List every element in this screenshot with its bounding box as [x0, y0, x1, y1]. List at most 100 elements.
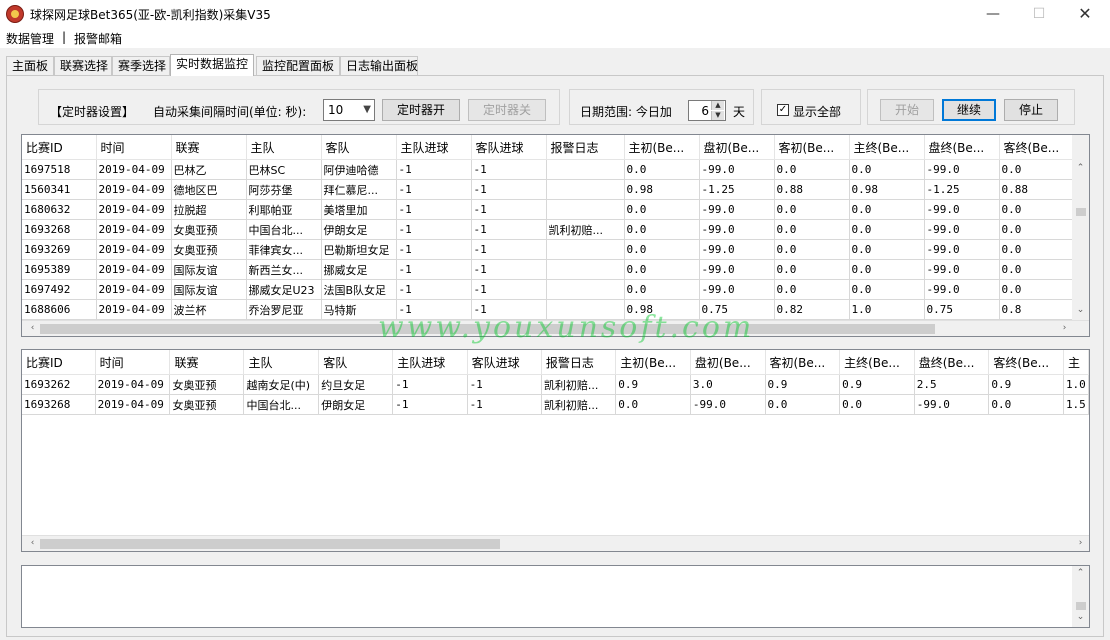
continue-button[interactable]: 继续 [942, 99, 996, 121]
spinner-up-icon[interactable]: ▲ [711, 101, 724, 110]
table-cell: 阿莎芬堡 [246, 179, 322, 200]
table-row[interactable]: 1695389 2019-04-09 国际友谊 新西兰女... 挪威女足 -1 -1 0.0-… [22, 259, 1075, 280]
column-header[interactable]: 客队进球 [471, 135, 547, 160]
table-cell: -1 [471, 239, 547, 260]
tab-realtime-monitor[interactable]: 实时数据监控 [170, 54, 254, 76]
table-row[interactable]: 1693268 2019-04-09 女奥亚预 中国台北... 伊朗女足 -1 -1 凯利初赔… [22, 219, 1075, 240]
scroll-left-icon[interactable]: ‹ [24, 323, 41, 333]
column-header[interactable]: 客终(Be... [988, 350, 1064, 375]
table-cell [546, 279, 625, 300]
table-cell: -99.0 [690, 394, 766, 415]
column-header[interactable]: 主 [1063, 350, 1089, 375]
table-row[interactable]: 1693268 2019-04-09 女奥亚预 中国台北... 伊朗女足 -1 -1 凯利初赔… [22, 394, 1089, 415]
column-header[interactable]: 客终(Be... [999, 135, 1075, 160]
scroll-down-icon[interactable]: ⌄ [1072, 612, 1089, 622]
table-cell: -1.25 [924, 179, 1000, 200]
column-header[interactable]: 盘终(Be... [914, 350, 990, 375]
column-header[interactable]: 主初(Be... [624, 135, 700, 160]
match-grid[interactable]: 比赛ID 时间 联赛 主队 客队 主队进球 客队进球 报警日志 主初(Be...… [21, 134, 1090, 337]
table-cell: -99.0 [924, 219, 1000, 240]
interval-select[interactable]: 10 ▼ [323, 99, 375, 121]
table-cell: -1 [471, 279, 547, 300]
stop-button[interactable]: 停止 [1004, 99, 1058, 121]
column-header[interactable]: 客初(Be... [765, 350, 841, 375]
grid1-vscroll-thumb[interactable] [1076, 208, 1086, 216]
column-header[interactable]: 比赛ID [22, 350, 96, 375]
column-header[interactable]: 主队 [243, 350, 320, 375]
column-header[interactable]: 联赛 [169, 350, 245, 375]
maximize-button[interactable]: ☐ [1016, 0, 1062, 28]
table-cell: 1693268 [22, 394, 96, 415]
table-cell: -1 [471, 219, 547, 240]
tab-log-output[interactable]: 日志输出面板 [340, 56, 418, 75]
column-header[interactable]: 主队 [246, 135, 322, 160]
scroll-down-icon[interactable]: ⌄ [1072, 305, 1089, 315]
log-vertical-scrollbar[interactable]: ⌃ ⌄ [1072, 566, 1089, 627]
log-output-area[interactable]: ⌃ ⌄ [21, 565, 1090, 628]
table-cell [546, 199, 625, 220]
tab-season-select[interactable]: 赛季选择 [112, 56, 170, 75]
column-header[interactable]: 客队 [321, 135, 397, 160]
table-row[interactable]: 1560341 2019-04-09 德地区巴 阿莎芬堡 拜仁慕尼... -1 -1 0.98… [22, 179, 1075, 200]
timer-off-button[interactable]: 定时器关 [468, 99, 546, 121]
table-cell: 女奥亚预 [169, 374, 245, 395]
table-cell: 0.0 [839, 394, 915, 415]
table-cell: 0.9 [615, 374, 691, 395]
menu-separator: | [62, 30, 67, 44]
table-row[interactable]: 1693262 2019-04-09 女奥亚预 越南女足(中) 约旦女足 -1 -1 凯利初赔… [22, 374, 1089, 395]
column-header[interactable]: 主终(Be... [849, 135, 925, 160]
grid2-hscroll-thumb[interactable] [40, 539, 500, 549]
tab-monitor-config[interactable]: 监控配置面板 [256, 56, 340, 75]
column-header[interactable]: 客初(Be... [774, 135, 850, 160]
table-cell: -1 [392, 394, 468, 415]
tab-main-panel[interactable]: 主面板 [6, 56, 54, 75]
scroll-up-icon[interactable]: ⌃ [1072, 163, 1089, 173]
scroll-left-icon[interactable]: ‹ [24, 538, 41, 548]
table-cell: 1680632 [22, 199, 97, 220]
table-cell: 0.0 [849, 279, 925, 300]
grid2-horizontal-scrollbar[interactable]: ‹ › [22, 535, 1089, 551]
column-header[interactable]: 客队进球 [467, 350, 542, 375]
column-header[interactable]: 盘初(Be... [699, 135, 775, 160]
column-header[interactable]: 比赛ID [22, 135, 97, 160]
alarm-grid[interactable]: 比赛ID 时间 联赛 主队 客队 主队进球 客队进球 报警日志 主初(Be...… [21, 349, 1090, 552]
table-cell: 德地区巴 [171, 179, 247, 200]
minimize-button[interactable]: — [970, 0, 1016, 28]
table-row[interactable]: 1693269 2019-04-09 女奥亚预 菲律宾女... 巴勒斯坦女足 -1 -1 0.… [22, 239, 1075, 260]
close-button[interactable]: ✕ [1062, 0, 1108, 28]
column-header[interactable]: 主队进球 [392, 350, 468, 375]
menu-alarm-email[interactable]: 报警邮箱 [74, 30, 122, 47]
column-header[interactable]: 时间 [96, 135, 172, 160]
table-cell: 0.75 [924, 299, 1000, 320]
start-button[interactable]: 开始 [880, 99, 934, 121]
table-row[interactable]: 1697518 2019-04-09 巴林乙 巴林SC 阿伊迪哈德 -1 -1 0.0 -99.… [22, 159, 1075, 180]
timer-on-button[interactable]: 定时器开 [382, 99, 460, 121]
column-header[interactable]: 盘初(Be... [690, 350, 766, 375]
spinner-down-icon[interactable]: ▼ [711, 111, 724, 120]
grid1-header-row: 比赛ID 时间 联赛 主队 客队 主队进球 客队进球 报警日志 主初(Be...… [22, 135, 1075, 160]
table-cell: 1693268 [22, 219, 97, 240]
column-header[interactable]: 主初(Be... [615, 350, 691, 375]
column-header[interactable]: 客队 [318, 350, 394, 375]
date-spinner[interactable]: 6 ▲ ▼ [688, 100, 726, 121]
tab-league-select[interactable]: 联赛选择 [54, 56, 112, 75]
column-header[interactable]: 联赛 [171, 135, 247, 160]
column-header[interactable]: 报警日志 [546, 135, 625, 160]
table-cell: 2019-04-09 [96, 279, 172, 300]
column-header[interactable]: 报警日志 [541, 350, 617, 375]
table-cell: 1695389 [22, 259, 97, 280]
column-header[interactable]: 主队进球 [396, 135, 472, 160]
scroll-right-icon[interactable]: › [1056, 323, 1073, 333]
column-header[interactable]: 盘终(Be... [924, 135, 1000, 160]
table-row[interactable]: 1680632 2019-04-09 拉脱超 利耶帕亚 美塔里加 -1 -1 0.0 -99.0… [22, 199, 1075, 220]
log-vscroll-thumb[interactable] [1076, 602, 1086, 610]
show-all-checkbox[interactable]: ✓ [777, 104, 789, 116]
table-row[interactable]: 1697492 2019-04-09 国际友谊 挪威女足U23 法国B队女足 -1 -1 0.… [22, 279, 1075, 300]
table-cell: 菲律宾女... [246, 239, 322, 260]
column-header[interactable]: 时间 [95, 350, 171, 375]
scroll-up-icon[interactable]: ⌃ [1072, 568, 1089, 578]
scroll-right-icon[interactable]: › [1072, 538, 1089, 548]
menu-data-management[interactable]: 数据管理 [6, 30, 54, 47]
column-header[interactable]: 主终(Be... [839, 350, 915, 375]
grid1-vertical-scrollbar[interactable]: ⌃ ⌄ [1072, 135, 1089, 320]
